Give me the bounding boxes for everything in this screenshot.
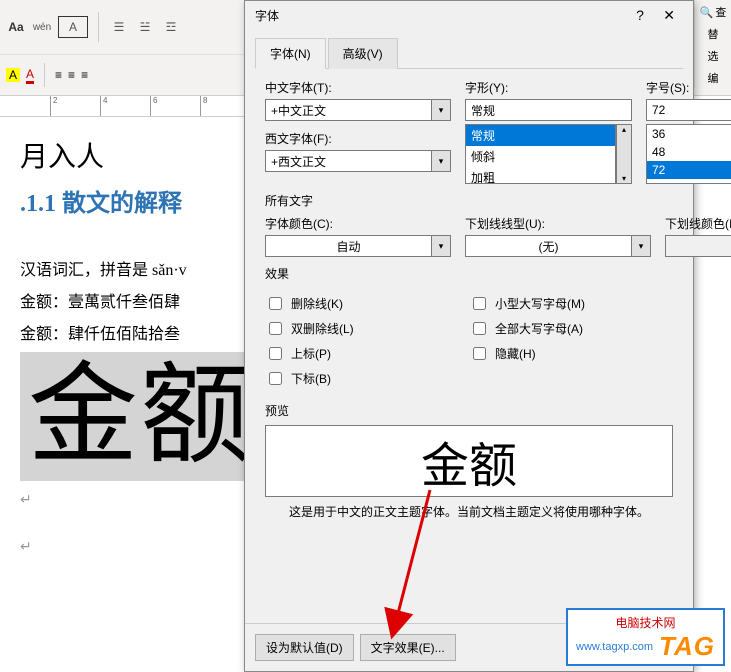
subscript-checkbox[interactable]: 下标(B) (265, 369, 469, 388)
underline-style-label: 下划线线型(U): (465, 215, 651, 232)
watermark: 电脑技术网 www.tagxp.com TAG (566, 608, 725, 666)
tab-font[interactable]: 字体(N) (255, 38, 326, 69)
strikethrough-checkbox[interactable]: 删除线(K) (265, 294, 469, 313)
selected-big-text: 金额 (20, 352, 260, 481)
char-border-icon[interactable]: A (58, 16, 88, 38)
font-size-input[interactable] (646, 99, 731, 121)
all-caps-checkbox[interactable]: 全部大写字母(A) (469, 319, 673, 338)
set-default-button[interactable]: 设为默认值(D) (255, 634, 354, 661)
underline-style-combo[interactable]: ▾ (465, 235, 651, 257)
phonetic-guide-icon[interactable]: wén (32, 17, 52, 37)
separator (44, 63, 45, 87)
dialog-titlebar[interactable]: 字体 ? ✕ (245, 1, 693, 30)
list-item[interactable]: 72 (647, 161, 731, 179)
hint-text: 这是用于中文的正文主题字体。当前文档主题定义将使用哪种字体。 (265, 503, 673, 520)
font-dialog: 字体 ? ✕ 字体(N) 高级(V) 中文字体(T): ▾ 西文字体(F): ▾ (244, 0, 694, 672)
underline-color-combo: ▾ (665, 235, 731, 257)
tab-advanced[interactable]: 高级(V) (328, 38, 398, 69)
replace-button[interactable]: 替 (708, 26, 719, 42)
preview-text: 金额 (421, 426, 517, 496)
align-center-icon[interactable]: ≡ (68, 68, 75, 82)
dialog-title-text: 字体 (255, 7, 279, 24)
font-size-listbox[interactable]: 36 48 72 (646, 124, 731, 184)
preview-label: 预览 (265, 402, 673, 419)
font-size-label: 字号(S): (646, 79, 731, 96)
highlight-icon[interactable]: A (6, 68, 20, 82)
effects-label: 效果 (265, 265, 673, 282)
watermark-title: 电脑技术网 (576, 614, 715, 631)
align-left-icon[interactable]: ≡ (55, 68, 62, 82)
separator (98, 12, 99, 42)
west-font-label: 西文字体(F): (265, 130, 451, 147)
double-strikethrough-checkbox[interactable]: 双删除线(L) (265, 319, 469, 338)
font-case-icon[interactable]: Aa (6, 17, 26, 37)
watermark-tag: TAG (659, 631, 715, 662)
font-color-icon[interactable]: A (26, 67, 34, 84)
list-bullet-icon[interactable]: ☰ (109, 17, 129, 37)
list-item[interactable]: 倾斜 (466, 146, 615, 167)
preview-box: 金额 (265, 425, 673, 497)
list-item[interactable]: 36 (647, 125, 731, 143)
hidden-checkbox[interactable]: 隐藏(H) (469, 344, 673, 363)
list-item[interactable]: 48 (647, 143, 731, 161)
editing-panel: 🔍查 替 选 编 (694, 0, 731, 88)
select-button[interactable]: 选 (708, 48, 719, 64)
cn-font-label: 中文字体(T): (265, 79, 451, 96)
all-text-label: 所有文字 (265, 192, 673, 209)
dropdown-icon[interactable]: ▾ (431, 150, 451, 172)
close-button[interactable]: ✕ (655, 5, 683, 25)
scrollbar[interactable]: ▴▾ (616, 124, 632, 184)
dropdown-icon[interactable]: ▾ (631, 235, 651, 257)
cn-font-combo[interactable]: ▾ (265, 99, 451, 121)
text-effects-button[interactable]: 文字效果(E)... (360, 634, 456, 661)
list-item[interactable]: 常规 (466, 125, 615, 146)
search-icon: 🔍 (700, 6, 714, 19)
font-style-listbox[interactable]: 常规 倾斜 加粗 (465, 124, 616, 184)
watermark-url: www.tagxp.com (576, 641, 653, 653)
font-color-label: 字体颜色(C): (265, 215, 451, 232)
west-font-combo[interactable]: ▾ (265, 150, 451, 172)
find-button[interactable]: 🔍查 (700, 4, 727, 20)
list-item[interactable]: 加粗 (466, 167, 615, 184)
list-number-icon[interactable]: ☱ (135, 17, 155, 37)
dropdown-icon[interactable]: ▾ (431, 235, 451, 257)
multilevel-list-icon[interactable]: ☲ (161, 17, 181, 37)
cn-font-input[interactable] (265, 99, 431, 121)
font-style-label: 字形(Y): (465, 79, 632, 96)
underline-color-label: 下划线颜色(I): (665, 215, 731, 232)
help-button[interactable]: ? (628, 5, 652, 25)
west-font-input[interactable] (265, 150, 431, 172)
font-color-combo[interactable]: ▾ (265, 235, 451, 257)
small-caps-checkbox[interactable]: 小型大写字母(M) (469, 294, 673, 313)
align-right-icon[interactable]: ≡ (81, 68, 88, 82)
dropdown-icon[interactable]: ▾ (431, 99, 451, 121)
font-style-input[interactable] (465, 99, 632, 121)
superscript-checkbox[interactable]: 上标(P) (265, 344, 469, 363)
dialog-tabs: 字体(N) 高级(V) (255, 30, 683, 69)
